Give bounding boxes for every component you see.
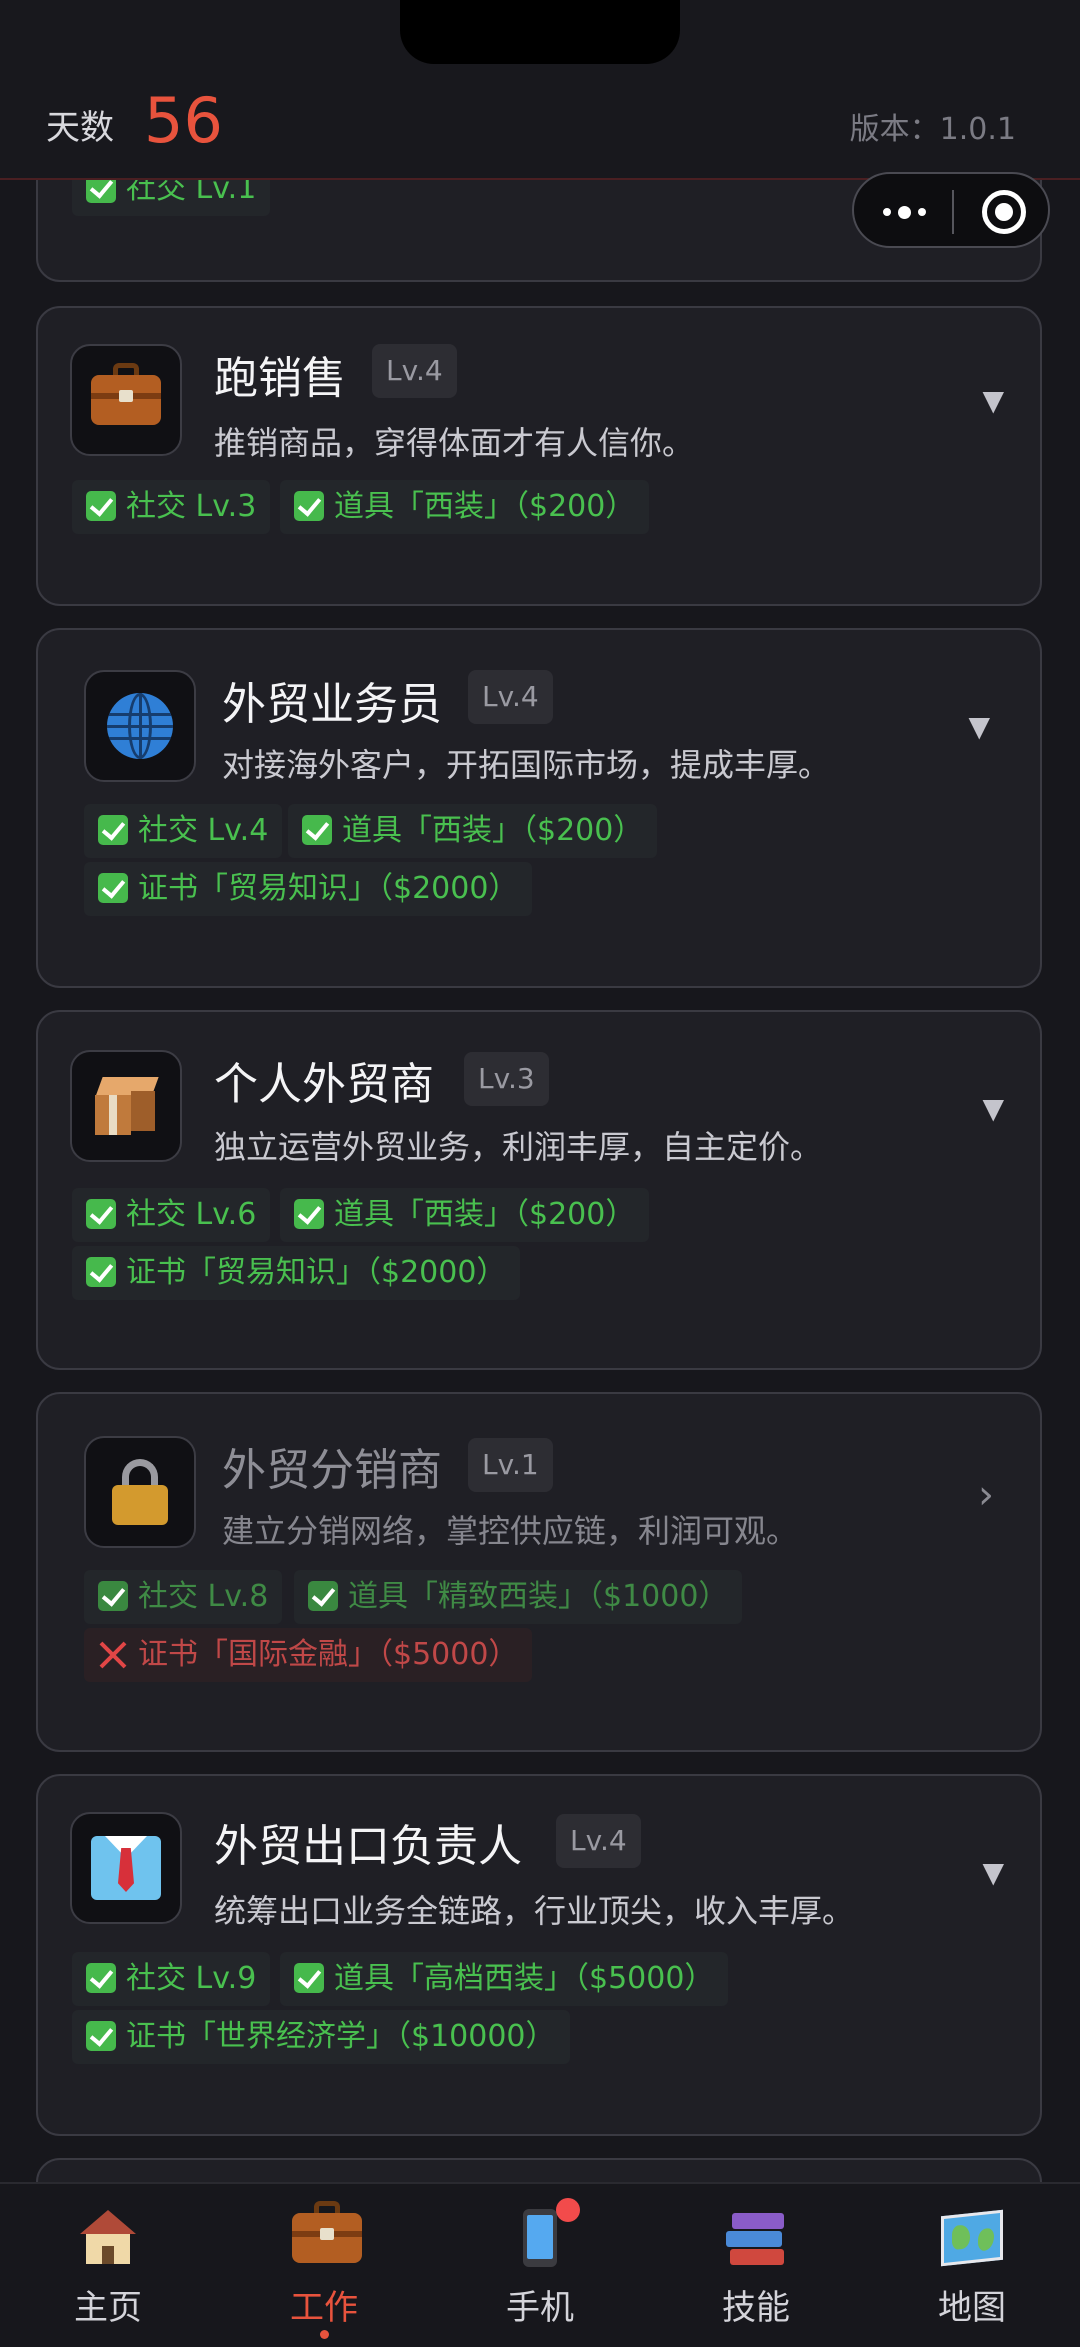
tab-skills[interactable]: 技能: [696, 2194, 816, 2344]
requirement-tag: 社交 Lv.8: [84, 1570, 283, 1624]
job-description: 独立运营外贸业务，利润丰厚，自主定价。: [214, 1128, 823, 1166]
close-miniprogram-icon[interactable]: [982, 190, 1026, 234]
check-icon: [294, 1963, 324, 1993]
job-title: 外贸业务员: [222, 679, 442, 730]
check-icon: [294, 1199, 324, 1229]
check-icon: [294, 491, 324, 521]
job-icon: [70, 1050, 182, 1162]
job-card-locked[interactable]: 外贸分销商 Lv.1 建立分销网络，掌控供应链，利润可观。 › 社交 Lv.8 …: [36, 1392, 1042, 1752]
requirement-tag: 证书「贸易知识」（$2000）: [72, 1246, 521, 1300]
camera-notch: [400, 0, 680, 64]
tab-label: 主页: [74, 2288, 142, 2328]
tab-work[interactable]: 工作: [264, 2194, 384, 2344]
requirement-tag: 道具「高档西装」（$5000）: [280, 1952, 729, 2006]
tab-label: 工作: [290, 2288, 358, 2328]
tab-home[interactable]: 主页: [48, 2194, 168, 2344]
expand-chevron-icon[interactable]: ▼: [982, 1092, 1004, 1125]
expand-chevron-icon[interactable]: ▼: [982, 384, 1004, 417]
globe-icon: [107, 693, 173, 759]
more-menu-icon[interactable]: [874, 192, 934, 232]
job-level-badge: Lv.4: [556, 1814, 641, 1868]
check-icon: [86, 1199, 116, 1229]
job-description: 统筹出口业务全链路，行业顶尖，收入丰厚。: [214, 1892, 855, 1930]
days-counter: 56: [144, 84, 223, 157]
tab-label: 手机: [506, 2288, 574, 2328]
days-label: 天数: [46, 108, 114, 148]
job-icon: [70, 344, 182, 456]
requirement-tag: 社交 Lv.4: [84, 804, 283, 858]
books-icon: [724, 2206, 788, 2270]
house-icon: [76, 2206, 140, 2270]
job-level-badge: Lv.1: [468, 1438, 553, 1492]
check-icon: [98, 815, 128, 845]
package-icon: [95, 1075, 159, 1137]
tab-map[interactable]: 地图: [912, 2194, 1032, 2344]
tab-phone[interactable]: 手机: [480, 2194, 600, 2344]
check-icon: [98, 1581, 128, 1611]
check-icon: [308, 1581, 338, 1611]
check-icon: [302, 815, 332, 845]
requirement-tag: 证书「世界经济学」（$10000）: [72, 2010, 570, 2064]
requirement-tag: 证书「贸易知识」（$2000）: [84, 862, 533, 916]
lock-icon: [112, 1459, 168, 1525]
job-icon: [84, 670, 196, 782]
job-card[interactable]: 跑销售 Lv.4 推销商品，穿得体面才有人信你。 ▼ 社交 Lv.3 道具「西装…: [36, 306, 1042, 606]
cross-icon: [98, 1639, 128, 1669]
active-indicator-dot: [320, 2330, 329, 2339]
requirement-tag: 道具「精致西装」（$1000）: [294, 1570, 743, 1624]
map-icon: [940, 2206, 1004, 2270]
requirement-tag: 社交 Lv.6: [72, 1188, 271, 1242]
job-title: 跑销售: [214, 353, 346, 404]
briefcase-icon: [292, 2201, 362, 2270]
shirt-tie-icon: [91, 1836, 161, 1900]
requirement-tag: 社交 Lv.3: [72, 480, 271, 534]
bottom-tab-bar: 主页 工作 手机 技能 地图: [0, 2182, 1080, 2347]
requirement-tag: 社交 Lv.9: [72, 1952, 271, 2006]
job-card[interactable]: 外贸业务员 Lv.4 对接海外客户，开拓国际市场，提成丰厚。 ▼ 社交 Lv.4…: [36, 628, 1042, 988]
check-icon: [86, 1257, 116, 1287]
chevron-right-icon[interactable]: ›: [978, 1472, 994, 1518]
job-level-badge: Lv.4: [372, 344, 457, 398]
requirement-tag-unmet: 证书「国际金融」（$5000）: [84, 1628, 533, 1682]
expand-chevron-icon[interactable]: ▼: [982, 1856, 1004, 1889]
job-card[interactable]: 个人外贸商 Lv.3 独立运营外贸业务，利润丰厚，自主定价。 ▼ 社交 Lv.6…: [36, 1010, 1042, 1370]
version-text: 版本：1.0.1: [849, 112, 1016, 147]
job-title: 外贸分销商: [222, 1445, 442, 1496]
miniprogram-capsule: [852, 172, 1050, 248]
requirement-tag: 道具「西装」（$200）: [280, 480, 650, 534]
job-level-badge: Lv.4: [468, 670, 553, 724]
job-description: 对接海外客户，开拓国际市场，提成丰厚。: [222, 746, 831, 784]
capsule-divider: [952, 190, 954, 234]
requirement-tag: 道具「西装」（$200）: [288, 804, 658, 858]
notification-badge: [556, 2198, 580, 2222]
job-description: 推销商品，穿得体面才有人信你。: [214, 424, 695, 462]
job-level-badge: Lv.3: [464, 1052, 549, 1106]
job-title: 个人外贸商: [214, 1059, 434, 1110]
job-title: 外贸出口负责人: [214, 1821, 522, 1872]
job-icon: [70, 1812, 182, 1924]
expand-chevron-icon[interactable]: ▼: [968, 710, 990, 743]
requirement-tag: 道具「西装」（$200）: [280, 1188, 650, 1242]
check-icon: [86, 1963, 116, 1993]
check-icon: [86, 491, 116, 521]
tab-label: 地图: [938, 2288, 1006, 2328]
job-description: 建立分销网络，掌控供应链，利润可观。: [222, 1512, 799, 1550]
check-icon: [98, 873, 128, 903]
briefcase-icon: [91, 363, 161, 427]
tab-label: 技能: [722, 2288, 790, 2328]
check-icon: [86, 2021, 116, 2051]
job-icon: [84, 1436, 196, 1548]
job-card[interactable]: 外贸出口负责人 Lv.4 统筹出口业务全链路，行业顶尖，收入丰厚。 ▼ 社交 L…: [36, 1774, 1042, 2136]
